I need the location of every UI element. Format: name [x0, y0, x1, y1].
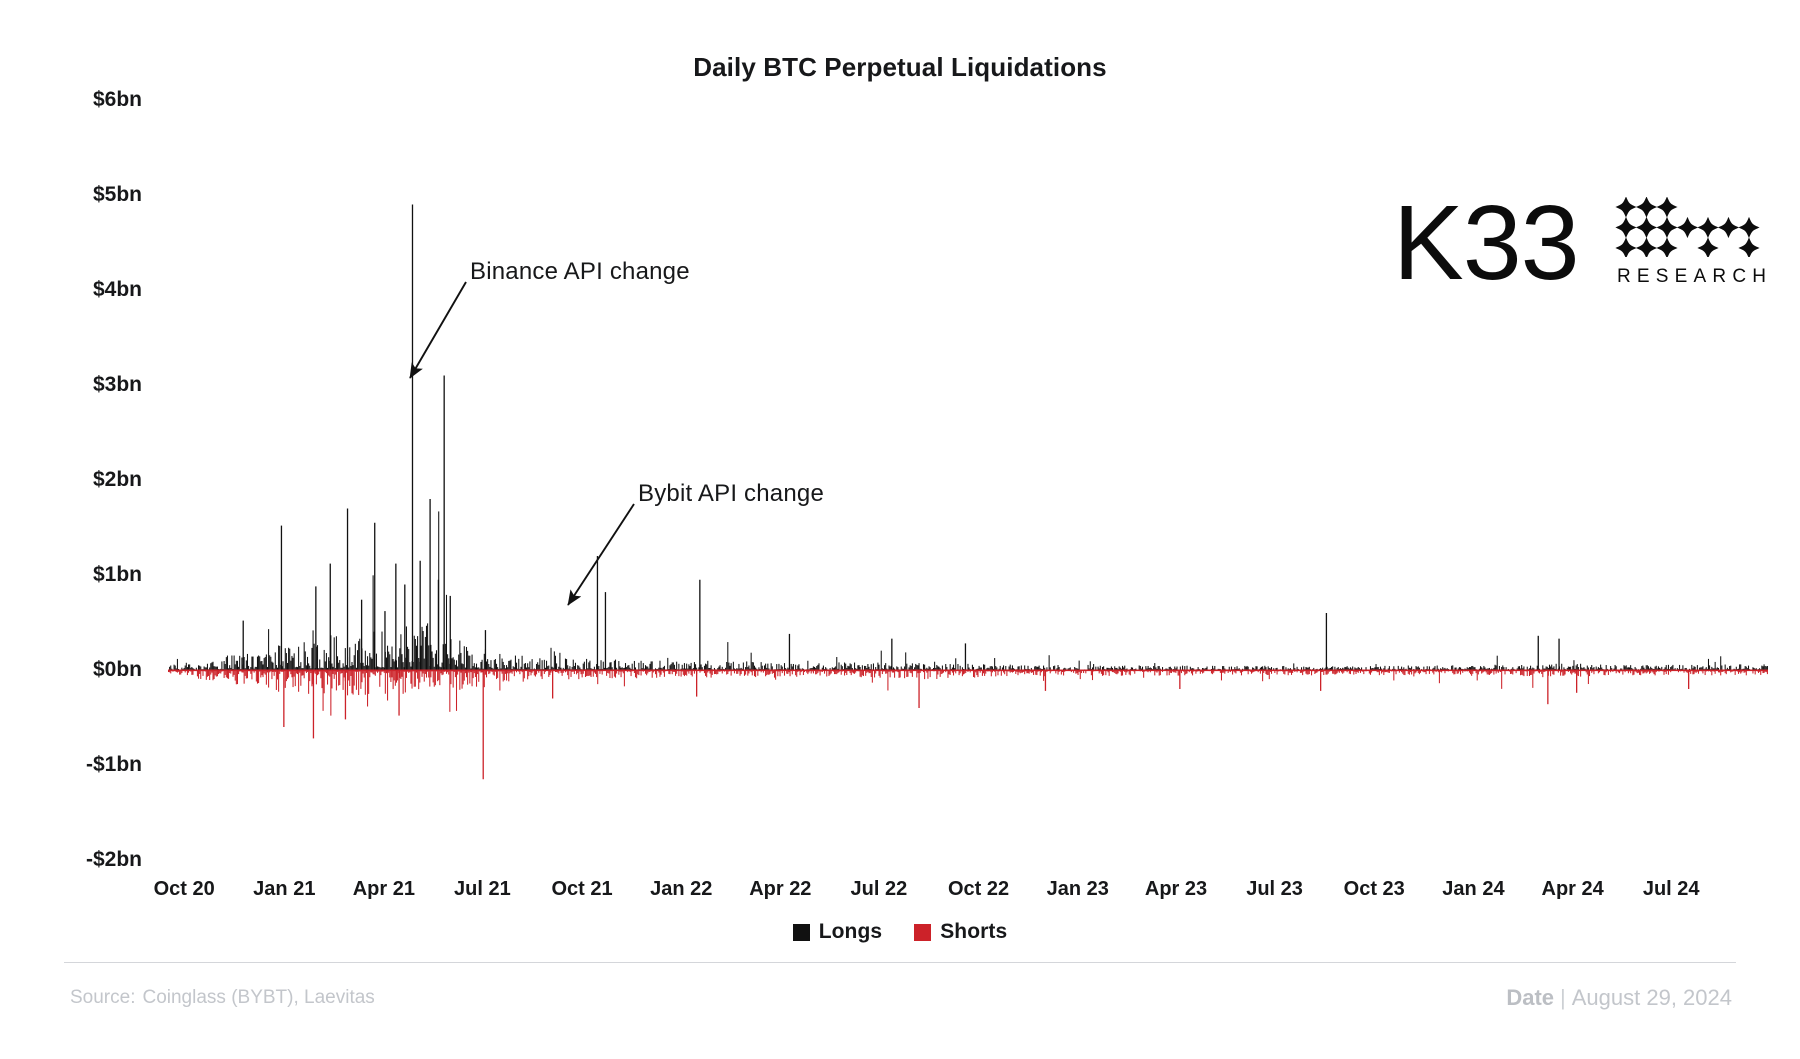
bar-spike: [482, 670, 484, 780]
bar-spike: [918, 670, 920, 708]
chart-legend: Longs Shorts: [0, 920, 1800, 944]
bar-spike: [384, 611, 386, 670]
y-axis-tick-label: -$1bn: [85, 753, 142, 776]
x-axis-tick-label: Jul 21: [454, 878, 511, 900]
bar-spike: [315, 586, 317, 670]
bar-spike: [1325, 613, 1328, 670]
footer-divider: [64, 962, 1736, 963]
bar-spike: [484, 630, 487, 670]
chart-figure: Daily BTC Perpetual Liquidations $6bn $5b…: [0, 0, 1800, 1059]
bar-spike: [964, 643, 967, 670]
x-axis-tick-label: Oct 22: [947, 878, 1010, 900]
x-axis-tick-label: Jan 21: [253, 878, 316, 900]
bar-spike: [374, 522, 376, 670]
bar-spike: [699, 579, 701, 670]
bar-spike: [395, 563, 397, 670]
y-axis-tick-label: $1bn: [92, 563, 142, 586]
logo-diamond-grid-icon: [1615, 197, 1760, 257]
footer-source-value: Coinglass (BYBT), Laevitas: [142, 987, 375, 1008]
bar-spike: [788, 633, 791, 670]
bar-spike: [1547, 670, 1549, 705]
x-axis-tick-label: Apr 24: [1541, 878, 1604, 900]
bar-spike: [1576, 670, 1578, 693]
footer-date-label: Date: [1506, 985, 1555, 1010]
bar-spike: [891, 638, 893, 670]
bar-spike: [596, 556, 599, 670]
bar-spike: [280, 525, 283, 670]
footer-date-value: August 29, 2024: [1571, 985, 1732, 1010]
y-axis-tick-label: -$2bn: [85, 848, 142, 871]
footer-date-separator: |: [1560, 985, 1566, 1010]
x-axis-tick-label: Jan 23: [1046, 878, 1109, 900]
legend-item-shorts[interactable]: Shorts: [914, 920, 1007, 944]
bar-spike: [242, 620, 244, 670]
bar-spike: [1537, 635, 1539, 670]
bar-spike: [1558, 638, 1560, 670]
footer-date: Date | August 29, 2024: [1506, 985, 1732, 1011]
bar-spike: [312, 670, 315, 739]
bar-spike: [419, 560, 421, 670]
bar-spike: [429, 499, 431, 670]
footer-source-label: Source:: [70, 987, 136, 1008]
bar-spike: [1320, 670, 1322, 691]
x-axis-tick-label: Oct 20: [153, 878, 215, 900]
bar-spike: [346, 508, 349, 670]
bar-spike: [437, 579, 440, 670]
y-axis: $6bn $5bn $4bn $3bn $2bn $1bn $0bn -$1bn -$2bn: [0, 88, 160, 871]
k33-research-logo: K33 RESEARCH: [1393, 190, 1766, 301]
bar-spike: [404, 584, 406, 670]
x-axis-tick-label: Apr 21: [352, 878, 415, 900]
bar-spike: [1179, 670, 1181, 689]
x-axis-tick-label: Jul 22: [850, 878, 908, 900]
bar-spike: [398, 670, 400, 716]
annotation-bybit-api-change: Bybit API change: [638, 480, 824, 507]
y-axis-tick-label: $2bn: [92, 468, 142, 491]
x-axis: Oct 20 Jan 21 Apr 21 Jul 21 Oct 21 Jan 22 Apr …: [154, 878, 1768, 908]
bar-spike: [604, 592, 607, 670]
footer-source: Source: Coinglass (BYBT), Laevitas: [70, 987, 375, 1009]
bar-spike: [696, 670, 698, 697]
bar-spike: [443, 375, 445, 670]
annotation-binance-api-change: Binance API change: [470, 258, 690, 285]
logo-subtitle: RESEARCH: [1617, 266, 1773, 287]
bar-spike: [411, 204, 414, 670]
x-axis-tick-label: Jan 24: [1442, 878, 1505, 900]
x-axis-tick-label: Jan 22: [650, 878, 713, 900]
legend-swatch-longs: [792, 923, 810, 941]
y-axis-tick-label: $3bn: [92, 373, 142, 396]
bar-spike: [1044, 670, 1047, 691]
legend-label-longs: Longs: [818, 920, 883, 943]
legend-item-longs[interactable]: Longs: [792, 920, 883, 944]
bar-spike: [449, 595, 451, 670]
bar-spike: [344, 670, 347, 720]
y-axis-tick-label: $4bn: [92, 278, 142, 301]
bar-spike: [1688, 670, 1690, 689]
x-axis-tick-label: Jul 23: [1246, 878, 1303, 900]
y-axis-tick-label: $6bn: [92, 88, 142, 111]
y-axis-tick-label: $0bn: [92, 658, 142, 681]
y-axis-tick-label: $5bn: [92, 183, 142, 206]
bar-spike: [329, 563, 331, 670]
bar-series-shorts: [168, 670, 1768, 780]
x-axis-tick-label: Apr 23: [1144, 878, 1208, 900]
logo-wordmark: K33: [1393, 184, 1580, 302]
page-title: Daily BTC Perpetual Liquidations: [693, 52, 1107, 82]
bar-spike: [283, 670, 285, 727]
legend-swatch-shorts: [914, 923, 932, 941]
x-axis-tick-label: Oct 21: [551, 878, 613, 900]
x-axis-tick-label: Jul 24: [1642, 878, 1700, 900]
bar-spike: [360, 599, 363, 670]
x-axis-tick-label: Apr 22: [749, 878, 812, 900]
x-axis-tick-label: Oct 23: [1343, 878, 1405, 900]
legend-label-shorts: Shorts: [940, 920, 1008, 943]
zero-baseline: [168, 669, 1768, 672]
bar-spike: [552, 670, 554, 699]
